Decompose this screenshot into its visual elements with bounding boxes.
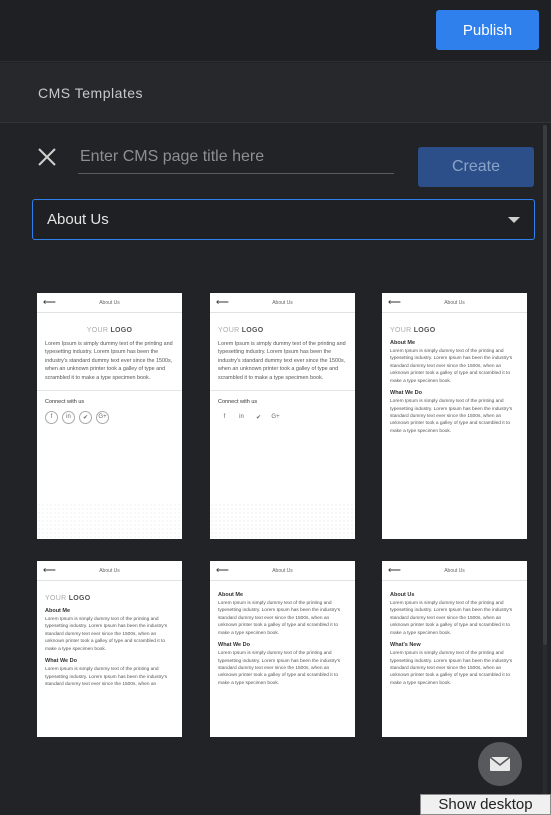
card-logo: YOUR LOGO [45, 595, 91, 602]
card-paragraph: Lorem Ipsum is simply dummy text of the … [45, 341, 173, 381]
template-card[interactable]: ⟵ About Us YOUR LOGO About Me Lorem Ipsu… [37, 561, 182, 737]
card-paragraph: Lorem Ipsum is simply dummy text of the … [390, 601, 513, 636]
page-title-input[interactable] [78, 140, 394, 174]
card-bar-title: About Us [444, 567, 465, 574]
chat-button[interactable] [478, 742, 522, 786]
card-logo: YOUR LOGO [390, 327, 436, 334]
card-section-title: About Me [45, 608, 71, 614]
card-section-title: What We Do [45, 658, 77, 665]
connect-label: Connect with us [218, 398, 258, 405]
card-bar-title: About Us [99, 567, 120, 574]
card-logo: YOUR LOGO [86, 327, 133, 334]
template-card[interactable]: ⟵ About Us YOUR LOGO Lorem Ipsum is simp… [210, 293, 355, 539]
card-section-title: What We Do [390, 390, 422, 397]
section-title: CMS Templates [38, 85, 144, 101]
create-button[interactable]: Create [418, 147, 534, 187]
card-section-title: About Me [218, 592, 244, 598]
card-bar-title: About Us [272, 567, 293, 574]
tooltip: Show desktop [420, 794, 551, 815]
card-bar-title: About Us [444, 299, 465, 306]
card-section-title: About Me [390, 340, 416, 346]
linkedin-icon: in [62, 410, 75, 424]
template-card[interactable]: ⟵ About Us YOUR LOGO About Me Lorem Ipsu… [382, 293, 527, 539]
card-paragraph: Lorem Ipsum is simply dummy text of the … [390, 651, 513, 686]
card-bar-title: About Us [272, 299, 293, 306]
card-bar-title: About Us [99, 299, 120, 306]
section-header: CMS Templates [0, 63, 551, 123]
card-paragraph: Lorem Ipsum is simply dummy text of the … [390, 399, 513, 434]
connect-label: Connect with us [45, 398, 85, 405]
template-select[interactable]: About Us [32, 199, 535, 240]
card-paragraph: Lorem Ipsum is simply dummy text of the … [218, 601, 341, 636]
facebook-icon: f [45, 410, 58, 424]
google-plus-icon: G+ [271, 414, 280, 421]
facebook-icon: f [223, 414, 226, 421]
scrollbar[interactable] [543, 125, 547, 815]
card-paragraph: Lorem Ipsum is simply dummy text of the … [218, 651, 341, 686]
top-bar: Publish [0, 0, 551, 62]
card-paragraph: Lorem Ipsum is simply dummy text of the … [390, 349, 513, 384]
dot-pattern [210, 503, 355, 539]
dot-pattern [37, 503, 182, 539]
card-section-title: About Us [390, 592, 415, 598]
twitter-icon: ✔ [255, 414, 262, 421]
google-plus-icon: G+ [96, 410, 109, 424]
template-card[interactable]: ⟵ About Us About Me Lorem Ipsum is simpl… [210, 561, 355, 737]
chevron-down-icon [508, 216, 520, 223]
card-section-title: What's New [390, 642, 421, 649]
card-paragraph: Lorem Ipsum is simply dummy text of the … [45, 617, 168, 652]
social-icons: f in ✔ G+ [45, 410, 174, 424]
scrollbar-thumb[interactable] [543, 125, 547, 645]
twitter-icon: ✔ [79, 410, 92, 424]
publish-button[interactable]: Publish [436, 10, 539, 50]
template-card[interactable]: ⟵ About Us YOUR LOGO Lorem Ipsum is simp… [37, 293, 182, 539]
card-section-title: What We Do [218, 642, 250, 649]
mail-icon [489, 756, 511, 771]
card-logo: YOUR LOGO [218, 327, 264, 334]
template-select-value: About Us [47, 211, 109, 228]
template-card[interactable]: ⟵ About Us About Us Lorem Ipsum is simpl… [382, 561, 527, 737]
linkedin-icon: in [239, 414, 244, 421]
social-icons: f in ✔ G+ [218, 411, 347, 424]
close-icon[interactable] [36, 146, 58, 168]
card-paragraph: Lorem Ipsum is simply dummy text of the … [218, 341, 346, 381]
card-paragraph: Lorem Ipsum is simply dummy text of the … [45, 667, 168, 687]
